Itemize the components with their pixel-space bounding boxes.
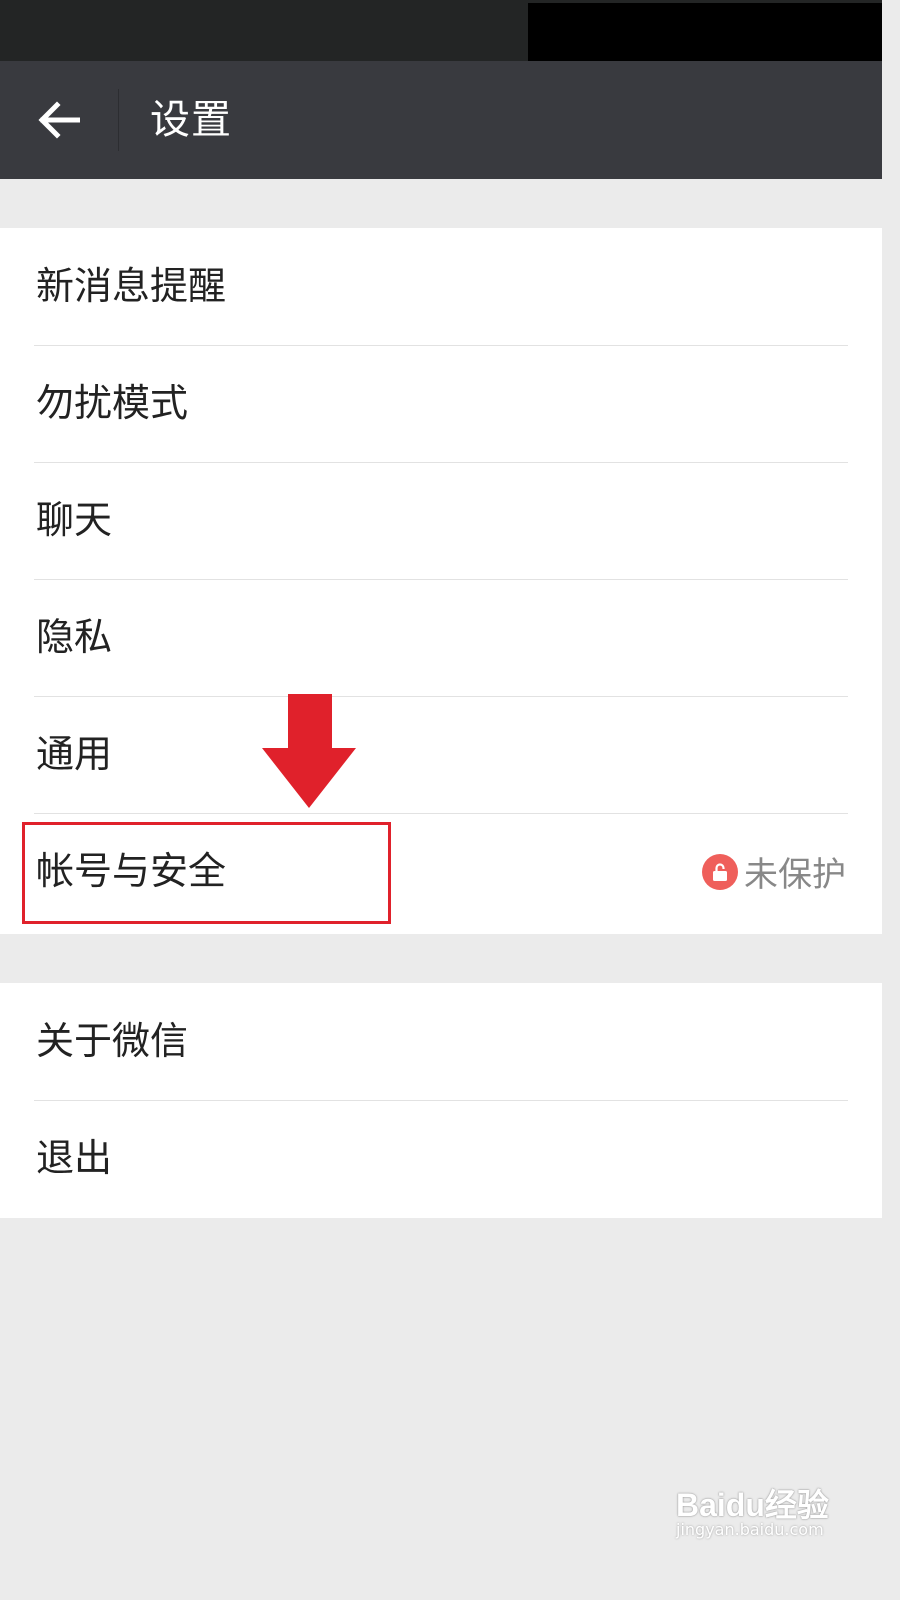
title-divider [118, 89, 119, 151]
settings-item-chat[interactable]: 聊天 [0, 462, 882, 579]
settings-item-label: 隐私 [36, 615, 113, 659]
back-arrow-icon [38, 101, 80, 139]
title-bar: 设置 [0, 61, 882, 179]
settings-item-account-security[interactable]: 帐号与安全 未保护 [0, 813, 882, 930]
settings-item-label: 关于微信 [36, 1019, 189, 1063]
settings-group-secondary: 关于微信 退出 [0, 983, 882, 1218]
settings-item-about[interactable]: 关于微信 [0, 983, 882, 1100]
watermark-url: jingyan.baidu.com [676, 1520, 824, 1539]
settings-item-label: 新消息提醒 [36, 264, 227, 308]
settings-item-label: 聊天 [36, 498, 113, 542]
settings-item-label: 退出 [36, 1136, 113, 1180]
settings-item-logout[interactable]: 退出 [0, 1100, 882, 1217]
settings-item-label: 通用 [36, 732, 113, 776]
unlock-icon [702, 853, 738, 890]
settings-item-privacy[interactable]: 隐私 [0, 579, 882, 696]
settings-item-general[interactable]: 通用 [0, 696, 882, 813]
settings-group-main: 新消息提醒 勿扰模式 聊天 隐私 通用 帐号与安全 未保护 [0, 228, 882, 934]
status-badge: 未保护 [744, 855, 846, 895]
settings-item-do-not-disturb[interactable]: 勿扰模式 [0, 345, 882, 462]
settings-item-label: 勿扰模式 [36, 381, 189, 425]
page-title: 设置 [150, 97, 232, 143]
account-protection-status: 未保护 [702, 813, 846, 930]
settings-item-label: 帐号与安全 [36, 849, 227, 893]
status-bar [0, 0, 882, 61]
baidu-jingyan-watermark: Baidu经验 jingyan.baidu.com [674, 1470, 844, 1550]
status-bar-redaction [528, 3, 882, 61]
settings-item-new-message-alert[interactable]: 新消息提醒 [0, 228, 882, 345]
back-button[interactable] [24, 87, 94, 153]
watermark-logo: Baidu经验 [676, 1487, 829, 1523]
